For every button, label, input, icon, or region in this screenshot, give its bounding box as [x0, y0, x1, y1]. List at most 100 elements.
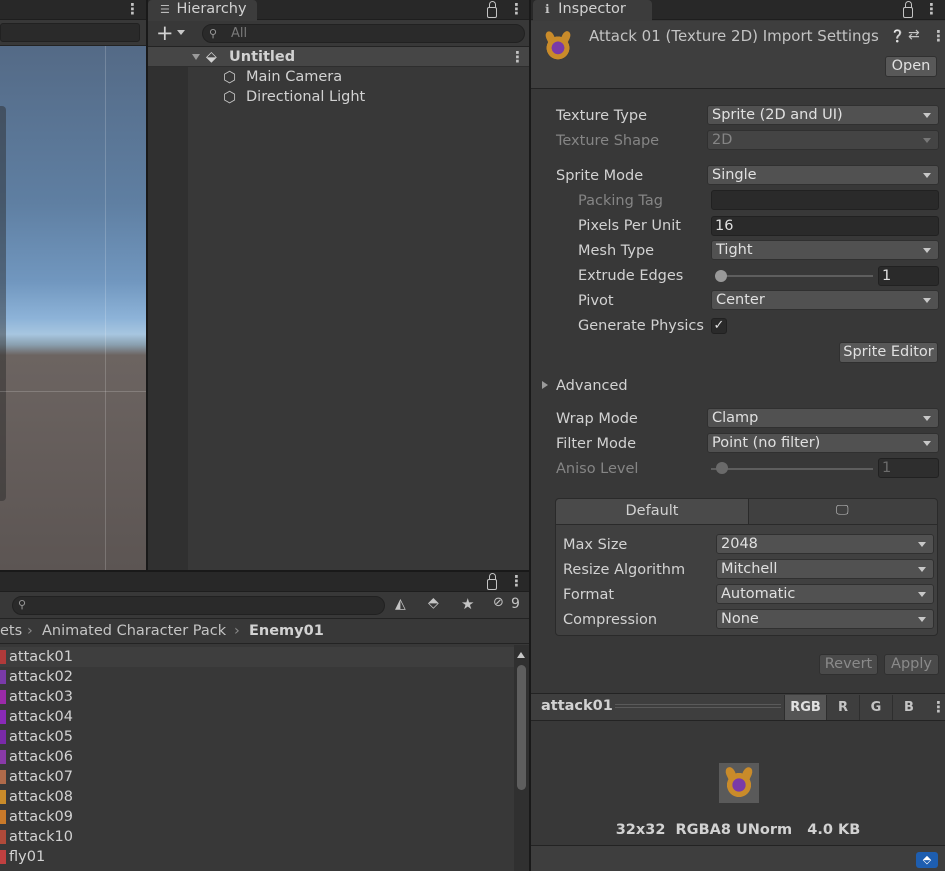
list-item[interactable]: attack05 [0, 727, 514, 747]
search-icon: ⚲ [209, 27, 218, 40]
favorites-star-icon[interactable]: ★ [461, 595, 474, 613]
sprite-thumbnail [0, 790, 6, 804]
help-icon[interactable]: ❔ [890, 29, 905, 43]
list-item[interactable]: attack10 [0, 827, 514, 847]
scrollbar-thumb[interactable] [517, 665, 526, 790]
list-item[interactable]: fly01 [0, 847, 514, 867]
channel-g-button[interactable]: G [859, 695, 892, 720]
breadcrumb-item[interactable]: ets [0, 619, 22, 643]
texture-shape-dropdown: 2D [707, 130, 939, 150]
channel-b-button[interactable]: B [892, 695, 925, 720]
sprite-thumbnail [0, 730, 6, 744]
filter-mode-dropdown[interactable]: Point (no filter) [707, 433, 939, 453]
scene-menu-icon[interactable]: ⋮ [125, 2, 140, 17]
expand-arrow-icon[interactable] [192, 54, 200, 60]
asset-labels-icon[interactable]: ⬘ [916, 852, 938, 868]
hierarchy-search-input[interactable]: ⚲ All [202, 24, 525, 43]
scene-menu-icon[interactable]: ⋮ [510, 50, 525, 65]
project-search-input[interactable]: ⚲ [12, 596, 385, 615]
channel-r-button[interactable]: R [826, 695, 859, 720]
open-button[interactable]: Open [885, 56, 937, 77]
preview-menu-icon[interactable]: ⋮ [931, 700, 945, 715]
breadcrumb-item-current[interactable]: Enemy01 [249, 619, 324, 643]
mesh-type-label: Mesh Type [578, 243, 655, 259]
mesh-type-dropdown[interactable]: Tight [711, 240, 939, 260]
sprite-editor-button[interactable]: Sprite Editor [839, 342, 938, 363]
component-menu-icon[interactable]: ⋮ [931, 29, 945, 44]
preset-settings-icon[interactable]: ⇄ [908, 27, 920, 43]
extrude-edges-slider-knob[interactable] [715, 270, 727, 282]
asset-title: Attack 01 (Texture 2D) Import Settings [589, 27, 879, 45]
scroll-up-icon[interactable] [517, 652, 525, 658]
sprite-mode-dropdown[interactable]: Single [707, 165, 939, 185]
file-name: fly01 [9, 849, 46, 865]
project-toolbar: ⚲ ◭ ⬘ ★ ⊘ 9 [0, 592, 529, 619]
list-item[interactable]: attack04 [0, 707, 514, 727]
list-item[interactable]: attack03 [0, 687, 514, 707]
foldout-arrow-icon[interactable] [542, 381, 548, 389]
apply-button[interactable]: Apply [884, 654, 939, 675]
tab-hierarchy[interactable]: ☰ Hierarchy [148, 0, 257, 21]
compression-dropdown[interactable]: None [716, 609, 934, 629]
gameobject-cube-icon: ⬡ [223, 68, 237, 86]
file-name: attack07 [9, 769, 73, 785]
list-item[interactable]: attack02 [0, 667, 514, 687]
texture-type-dropdown[interactable]: Sprite (2D and UI) [707, 105, 939, 125]
hierarchy-menu-icon[interactable]: ⋮ [509, 2, 524, 17]
scene-panel: ⋮ [0, 0, 146, 570]
advanced-foldout[interactable]: Advanced [556, 376, 628, 396]
project-tab-bar: ⋮ [0, 572, 529, 592]
add-dropdown-icon[interactable] [177, 30, 185, 35]
hierarchy-panel: ☰ Hierarchy ⋮ + ⚲ All ⬙ Untitled ⋮ ⬡ Mai… [148, 0, 529, 570]
packing-tag-input[interactable] [711, 190, 939, 210]
resize-algorithm-dropdown[interactable]: Mitchell [716, 559, 934, 579]
breadcrumb-item[interactable]: Animated Character Pack [42, 619, 226, 643]
format-dropdown[interactable]: Automatic [716, 584, 934, 604]
tab-inspector[interactable]: ℹ Inspector [533, 0, 652, 21]
list-item[interactable]: attack09 [0, 807, 514, 827]
hierarchy-item-directional-light[interactable]: ⬡ Directional Light [148, 87, 529, 107]
standalone-monitor-icon[interactable]: 🖵 [836, 503, 849, 518]
revert-button[interactable]: Revert [819, 654, 878, 675]
resize-algorithm-label: Resize Algorithm [563, 562, 686, 578]
scene-row[interactable]: ⬙ Untitled ⋮ [148, 47, 529, 67]
tab-default-platform[interactable]: Default [556, 499, 749, 524]
aniso-level-slider-track [711, 468, 873, 470]
inspector-menu-icon[interactable]: ⋮ [924, 2, 939, 17]
max-size-dropdown[interactable]: 2048 [716, 534, 934, 554]
pixels-per-unit-input[interactable]: 16 [711, 216, 939, 236]
project-scrollbar[interactable] [514, 645, 529, 871]
lock-icon[interactable] [487, 1, 497, 18]
file-name: attack06 [9, 749, 73, 765]
list-item[interactable]: attack01 [0, 647, 514, 667]
lock-icon[interactable] [903, 1, 913, 18]
hierarchy-item-main-camera[interactable]: ⬡ Main Camera [148, 67, 529, 87]
sprite-thumbnail [0, 710, 6, 724]
scene-toolbar-field[interactable] [0, 23, 140, 42]
format-label: Format [563, 587, 615, 603]
add-icon[interactable]: + [156, 21, 174, 45]
hidden-packages-icon[interactable]: ⊘ [493, 595, 504, 610]
extrude-edges-slider-track[interactable] [715, 275, 873, 277]
lock-icon[interactable] [487, 573, 497, 590]
hierarchy-item-label: Directional Light [246, 89, 366, 105]
preview-drag-handle[interactable] [615, 704, 781, 708]
filter-by-type-icon[interactable]: ◭ [395, 596, 406, 612]
filter-by-label-icon[interactable]: ⬘ [428, 595, 439, 611]
file-name: attack10 [9, 829, 73, 845]
pivot-dropdown[interactable]: Center [711, 290, 939, 310]
list-item[interactable]: attack08 [0, 787, 514, 807]
channel-rgb-button[interactable]: RGB [784, 695, 826, 720]
extrude-edges-input[interactable]: 1 [878, 266, 939, 286]
generate-physics-label: Generate Physics [578, 318, 704, 334]
hidden-count: 9 [511, 596, 520, 612]
project-menu-icon[interactable]: ⋮ [509, 574, 524, 589]
project-panel: ⋮ ⚲ ◭ ⬘ ★ ⊘ 9 ets › Animated Character P… [0, 572, 529, 871]
scene-name: Untitled [229, 49, 296, 65]
list-item[interactable]: attack07 [0, 767, 514, 787]
list-item[interactable]: attack06 [0, 747, 514, 767]
wrap-mode-dropdown[interactable]: Clamp [707, 408, 939, 428]
scene-viewport[interactable] [0, 46, 146, 570]
generate-physics-checkbox[interactable]: ✓ [711, 318, 727, 334]
texture-asset-icon [539, 27, 577, 65]
